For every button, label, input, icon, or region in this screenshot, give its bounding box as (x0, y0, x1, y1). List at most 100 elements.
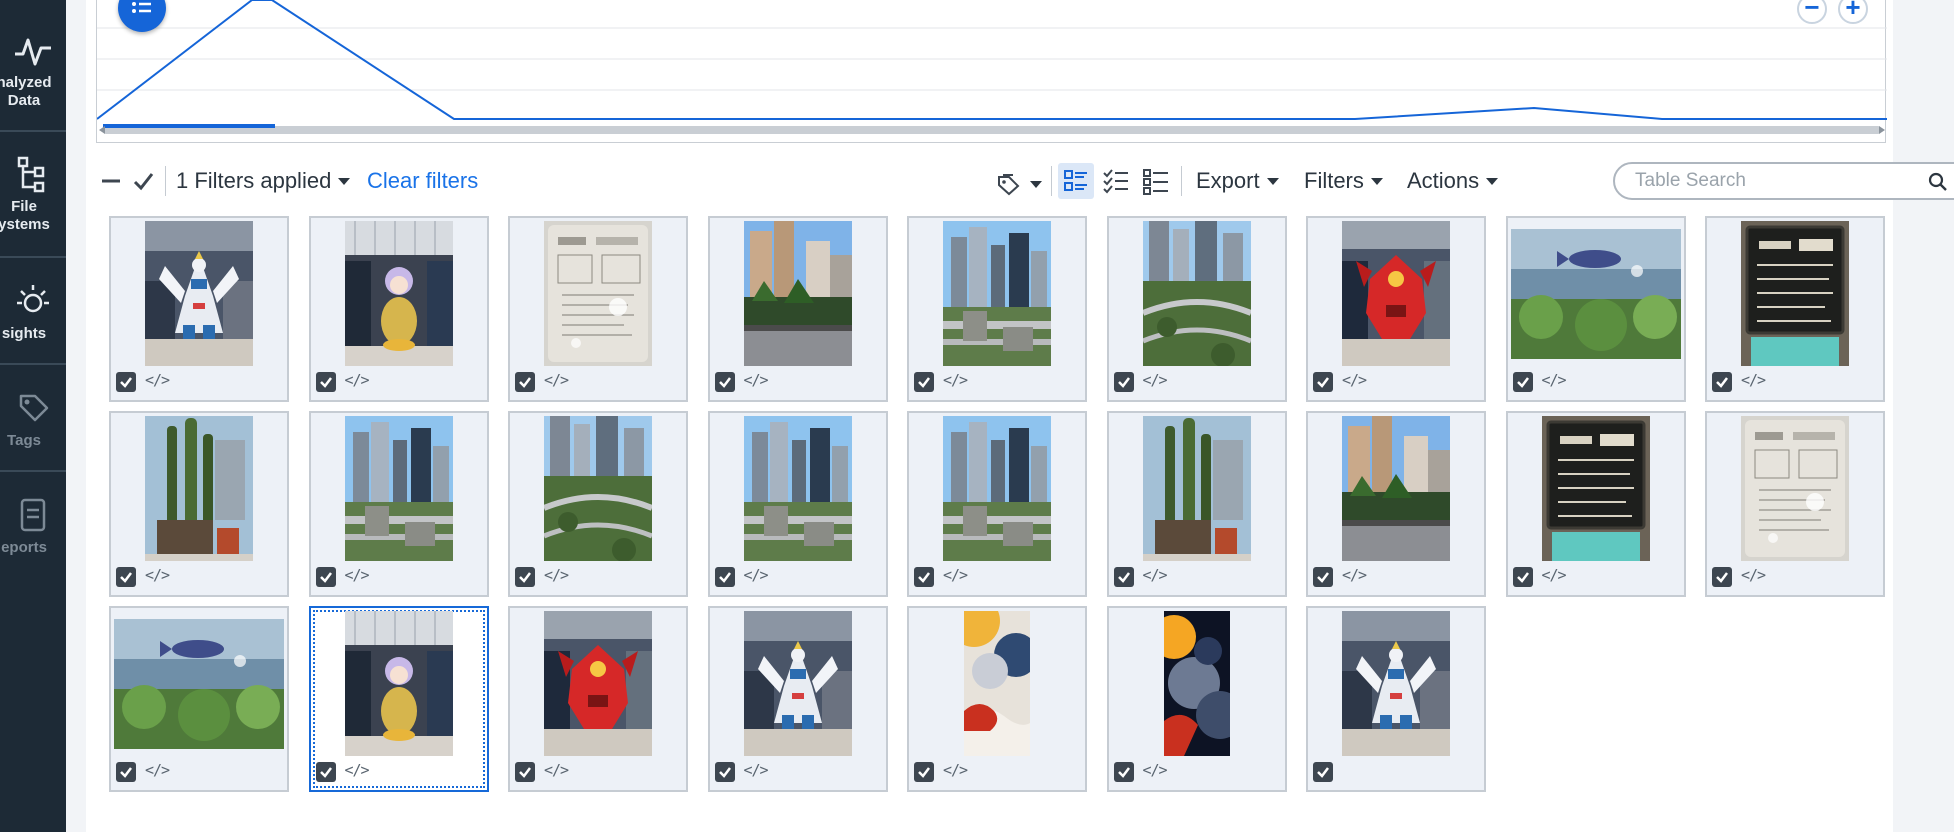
code-icon[interactable]: </> (1143, 761, 1168, 779)
code-icon[interactable]: </> (1741, 566, 1766, 584)
image-thumbnail[interactable] (1142, 221, 1251, 366)
code-icon[interactable]: </> (544, 566, 569, 584)
tag-dropdown-button[interactable] (996, 169, 1043, 196)
code-icon[interactable]: </> (145, 566, 170, 584)
filters-applied-dropdown[interactable]: 1 Filters applied (176, 160, 351, 202)
select-checkbox[interactable] (1313, 372, 1333, 392)
table-search[interactable] (1613, 162, 1954, 200)
image-card[interactable]: </> (1306, 216, 1486, 402)
select-checkbox[interactable] (1113, 372, 1134, 392)
detailed-list-view-button[interactable] (1058, 163, 1094, 199)
select-checkbox[interactable] (315, 762, 336, 782)
image-thumbnail[interactable] (964, 611, 1030, 756)
compact-list-view-button[interactable] (1138, 163, 1174, 199)
export-dropdown[interactable]: Export (1196, 160, 1279, 202)
image-thumbnail[interactable] (743, 416, 852, 561)
code-icon[interactable]: </> (1143, 371, 1168, 389)
image-thumbnail[interactable] (1342, 416, 1450, 561)
image-card[interactable]: </> (1705, 411, 1885, 597)
code-icon[interactable]: </> (1542, 566, 1567, 584)
image-thumbnail[interactable] (1163, 611, 1230, 756)
code-icon[interactable]: </> (943, 371, 968, 389)
image-thumbnail[interactable] (1342, 221, 1450, 366)
image-card[interactable]: </> (308, 411, 489, 597)
actions-dropdown[interactable]: Actions (1407, 160, 1499, 202)
code-icon[interactable]: </> (1143, 566, 1168, 584)
select-checkbox[interactable] (315, 567, 336, 587)
code-icon[interactable]: </> (145, 761, 170, 779)
select-checkbox[interactable] (116, 567, 136, 587)
code-icon[interactable]: </> (544, 371, 569, 389)
image-card[interactable]: </> (707, 411, 888, 597)
select-checkbox[interactable] (1712, 372, 1732, 392)
code-icon[interactable]: </> (1342, 371, 1367, 389)
image-thumbnail[interactable] (743, 611, 852, 756)
image-thumbnail[interactable] (344, 221, 453, 366)
image-card[interactable]: </> (1106, 606, 1287, 792)
code-icon[interactable]: </> (145, 371, 170, 389)
image-card[interactable]: </> (109, 216, 289, 402)
image-thumbnail[interactable] (1741, 221, 1849, 366)
sidebar-item-reports[interactable]: eports (0, 497, 66, 557)
image-thumbnail[interactable] (943, 416, 1051, 561)
select-checkbox[interactable] (714, 372, 735, 392)
list-view-fab[interactable] (118, 0, 166, 32)
image-card[interactable]: </> (1306, 411, 1486, 597)
table-search-input[interactable] (1635, 164, 1925, 198)
select-checkbox[interactable] (1313, 567, 1333, 587)
image-card[interactable]: </> (907, 606, 1087, 792)
search-icon[interactable] (1927, 171, 1949, 193)
sidebar-item-file-systems[interactable]: File ystems (0, 156, 66, 234)
code-icon[interactable]: </> (744, 566, 769, 584)
select-checkbox[interactable] (1512, 567, 1533, 587)
select-checkbox[interactable] (116, 372, 136, 392)
image-thumbnail[interactable] (1510, 229, 1681, 359)
image-card[interactable]: </> (109, 606, 289, 792)
code-icon[interactable]: </> (544, 761, 569, 779)
select-checkbox[interactable] (714, 567, 735, 587)
code-icon[interactable]: </> (1542, 371, 1567, 389)
select-all-check-icon[interactable] (132, 170, 154, 192)
image-thumbnail[interactable] (145, 221, 253, 366)
image-card[interactable] (1306, 606, 1486, 792)
image-card[interactable]: </> (508, 216, 688, 402)
image-thumbnail[interactable] (544, 416, 652, 561)
code-icon[interactable]: </> (744, 761, 769, 779)
sidebar-item-insights[interactable]: sights (0, 283, 66, 343)
image-thumbnail[interactable] (344, 611, 453, 756)
image-thumbnail[interactable] (943, 221, 1051, 366)
code-icon[interactable]: </> (345, 371, 370, 389)
select-checkbox[interactable] (1512, 372, 1533, 392)
code-icon[interactable]: </> (1342, 566, 1367, 584)
image-card[interactable]: </> (1106, 216, 1287, 402)
image-thumbnail[interactable] (344, 416, 453, 561)
image-thumbnail[interactable] (544, 221, 652, 366)
select-checkbox[interactable] (315, 372, 336, 392)
image-card[interactable]: </> (508, 606, 688, 792)
image-card[interactable]: </> (1106, 411, 1287, 597)
image-card[interactable]: </> (508, 411, 688, 597)
code-icon[interactable]: </> (943, 566, 968, 584)
select-checkbox[interactable] (914, 372, 934, 392)
sidebar-item-analyzed-data[interactable]: nalyzed Data (0, 32, 66, 110)
image-thumbnail[interactable] (1741, 416, 1849, 561)
select-checkbox[interactable] (515, 567, 535, 587)
code-icon[interactable]: </> (345, 566, 370, 584)
select-checkbox[interactable] (1712, 567, 1732, 587)
select-checkbox[interactable] (116, 762, 136, 782)
image-card[interactable]: </> (1505, 216, 1686, 402)
select-checkbox[interactable] (515, 762, 535, 782)
select-checkbox[interactable] (914, 567, 934, 587)
image-thumbnail[interactable] (1142, 416, 1251, 561)
image-card[interactable]: </> (109, 411, 289, 597)
image-card[interactable]: </> (308, 606, 489, 792)
image-card[interactable]: </> (1505, 411, 1686, 597)
filters-dropdown[interactable]: Filters (1304, 160, 1383, 202)
select-checkbox[interactable] (1113, 567, 1134, 587)
deselect-all-icon[interactable] (100, 170, 122, 192)
image-card[interactable]: </> (308, 216, 489, 402)
image-thumbnail[interactable] (544, 611, 652, 756)
image-thumbnail[interactable] (145, 416, 253, 561)
image-card[interactable]: </> (707, 606, 888, 792)
select-checkbox[interactable] (714, 762, 735, 782)
